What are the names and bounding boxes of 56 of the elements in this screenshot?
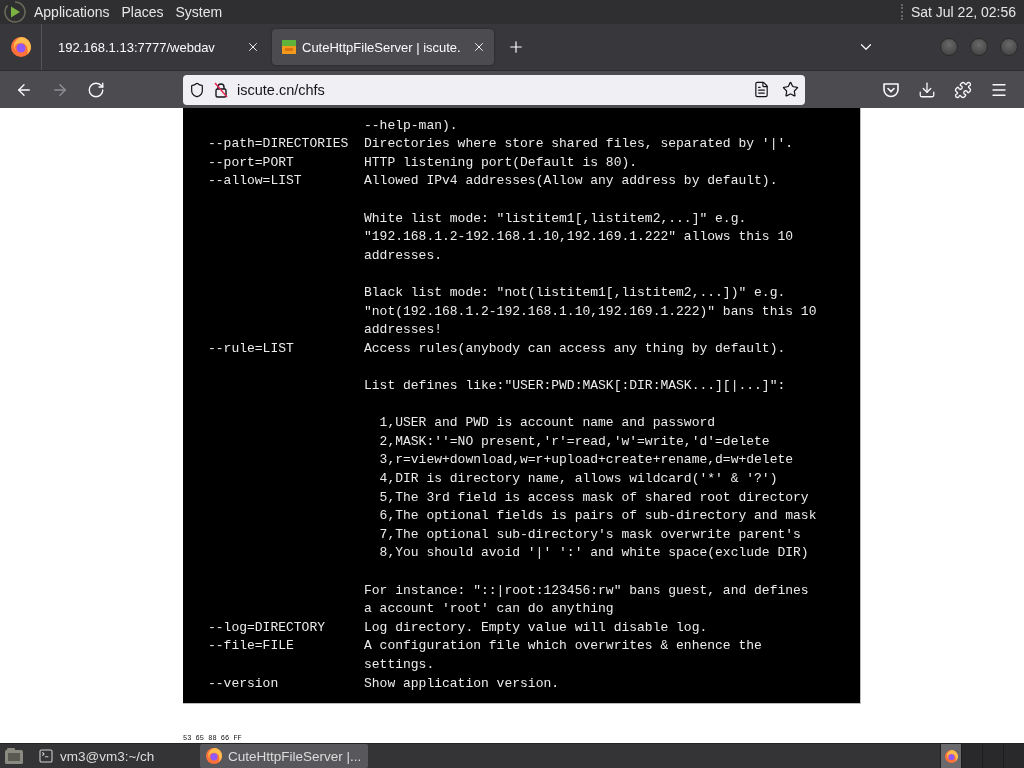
option-name: --path=DIRECTORIES (208, 135, 349, 154)
option-description: For instance: "::|root:123456:rw" bans guest, and defines a account 'root' can do anything (364, 581, 809, 619)
panel-menu[interactable]: System (169, 1, 229, 23)
option-description: --help-man). (364, 116, 458, 135)
option-description: Black list mode: "not(listitem1[,listitem2,...])" e.g. "not(192.168.1.2-192.168.1.10,192.169.1.222)" bans this 10 addresses! (364, 284, 817, 340)
browser-logo-icon (206, 748, 222, 764)
terminal-icon (38, 748, 54, 764)
workspace-tile[interactable] (961, 744, 982, 768)
window-control-button[interactable] (940, 38, 958, 56)
option-name: --port=PORT (208, 153, 294, 172)
clock: Sat Jul 22, 02:56 (910, 4, 1017, 20)
pocket-icon[interactable] (882, 80, 900, 99)
option-description: A configuration file which overwrites & enhence the settings. (364, 637, 762, 674)
plus-icon[interactable] (507, 38, 525, 56)
browser-tab[interactable]: 192.168.1.13:7777/webdav (46, 29, 268, 65)
taskbar-task[interactable]: CuteHttpFileServer |... (200, 744, 368, 768)
taskbar-task[interactable]: vm3@vm3:~/ch (32, 744, 192, 768)
workspace-tile[interactable] (1003, 744, 1024, 768)
option-description: Directories where store shared files, separated by '|'. (364, 135, 794, 154)
browser-tab[interactable]: CuteHttpFileServer | iscute. (272, 29, 494, 65)
window-control-button[interactable] (1000, 38, 1018, 56)
option-description: HTTP listening port(Default is 80). (364, 153, 638, 172)
option-name: --log=DIRECTORY (208, 618, 326, 637)
play-logo-icon[interactable] (4, 1, 26, 23)
option-description: List defines like:"USER:PWD:MASK[:DIR:MASK...][|...]": (364, 377, 786, 395)
tab-title: 192.168.1.13:7777/webdav (58, 39, 215, 55)
option-name: --file=FILE (208, 637, 294, 656)
close-icon[interactable] (472, 40, 486, 54)
reload-icon[interactable] (87, 80, 105, 99)
download-icon[interactable] (918, 80, 936, 99)
workspace-tile[interactable] (940, 744, 961, 768)
tab-title: CuteHttpFileServer | iscute. (302, 39, 461, 55)
option-description: Allowed IPv4 addresses(Allow any address by default). (364, 172, 778, 191)
workspace-tile[interactable] (982, 744, 1003, 768)
panel-menu[interactable]: Applications (28, 1, 116, 23)
shield-icon[interactable] (189, 81, 205, 98)
address-field[interactable]: iscute.cn/chfs (183, 74, 805, 105)
option-description: Show application version. (364, 674, 560, 693)
option-description: Access rules(anybody can access any thing by default). (364, 339, 786, 358)
panel-menu[interactable]: Places (115, 1, 170, 23)
option-description: Log directory. Empty value will disable log. (364, 618, 708, 637)
option-name: --rule=LIST (208, 339, 294, 358)
browser-logo-icon[interactable] (10, 37, 31, 57)
option-description: White list mode: "listitem1[,listitem2,...]" e.g. "192.168.1.2-192.168.1.10,192.169.1.222" allows this 10 addresses. (364, 209, 794, 265)
option-name: --allow=LIST (208, 172, 302, 191)
rule-list: 1,USER and PWD is account name and password 2,MASK:''=NO present,'r'=read,'w'=write,'d'=delete 3,r=view+download,w=r+upload+create+rename,d=w+delete 4,DIR is directory name, allows wildcard('*' & '?') 5,The 3rd field is access mask of shared root directory 6,The optional fields is pairs of sub-directory and mask 7,The optional sub-directory's mask overwrite parent's 8,You should avoid '|' ':' and white space(exclude DIR) (379, 414, 817, 563)
window-control-button[interactable] (970, 38, 988, 56)
reader-view-icon[interactable] (753, 81, 770, 98)
close-icon[interactable] (246, 40, 260, 54)
option-name: --version (208, 674, 279, 693)
puzzle-icon[interactable] (954, 80, 972, 99)
url-text: iscute.cn/chfs (237, 81, 325, 98)
star-icon[interactable] (782, 81, 799, 98)
browser-logo-icon (944, 749, 958, 763)
folder-icon[interactable] (4, 747, 24, 765)
insecure-lock-icon[interactable] (213, 81, 229, 98)
